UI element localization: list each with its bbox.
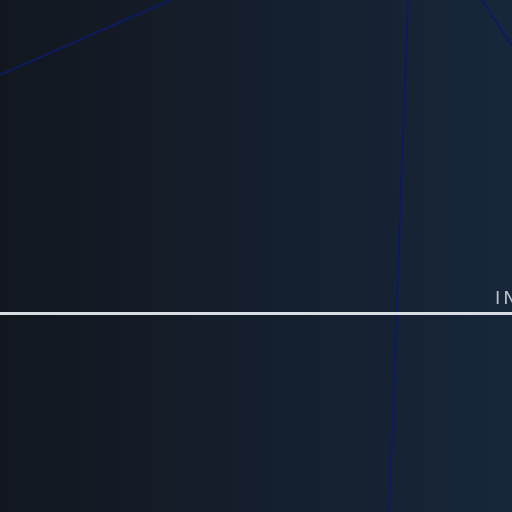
vertical-line-right xyxy=(388,0,409,512)
background-line-canvas xyxy=(0,0,512,512)
edge-clipped-label: IN xyxy=(495,288,512,309)
horizontal-divider xyxy=(0,312,512,315)
diagonal-line-left xyxy=(0,0,171,76)
diagonal-line-top-right xyxy=(481,0,512,47)
